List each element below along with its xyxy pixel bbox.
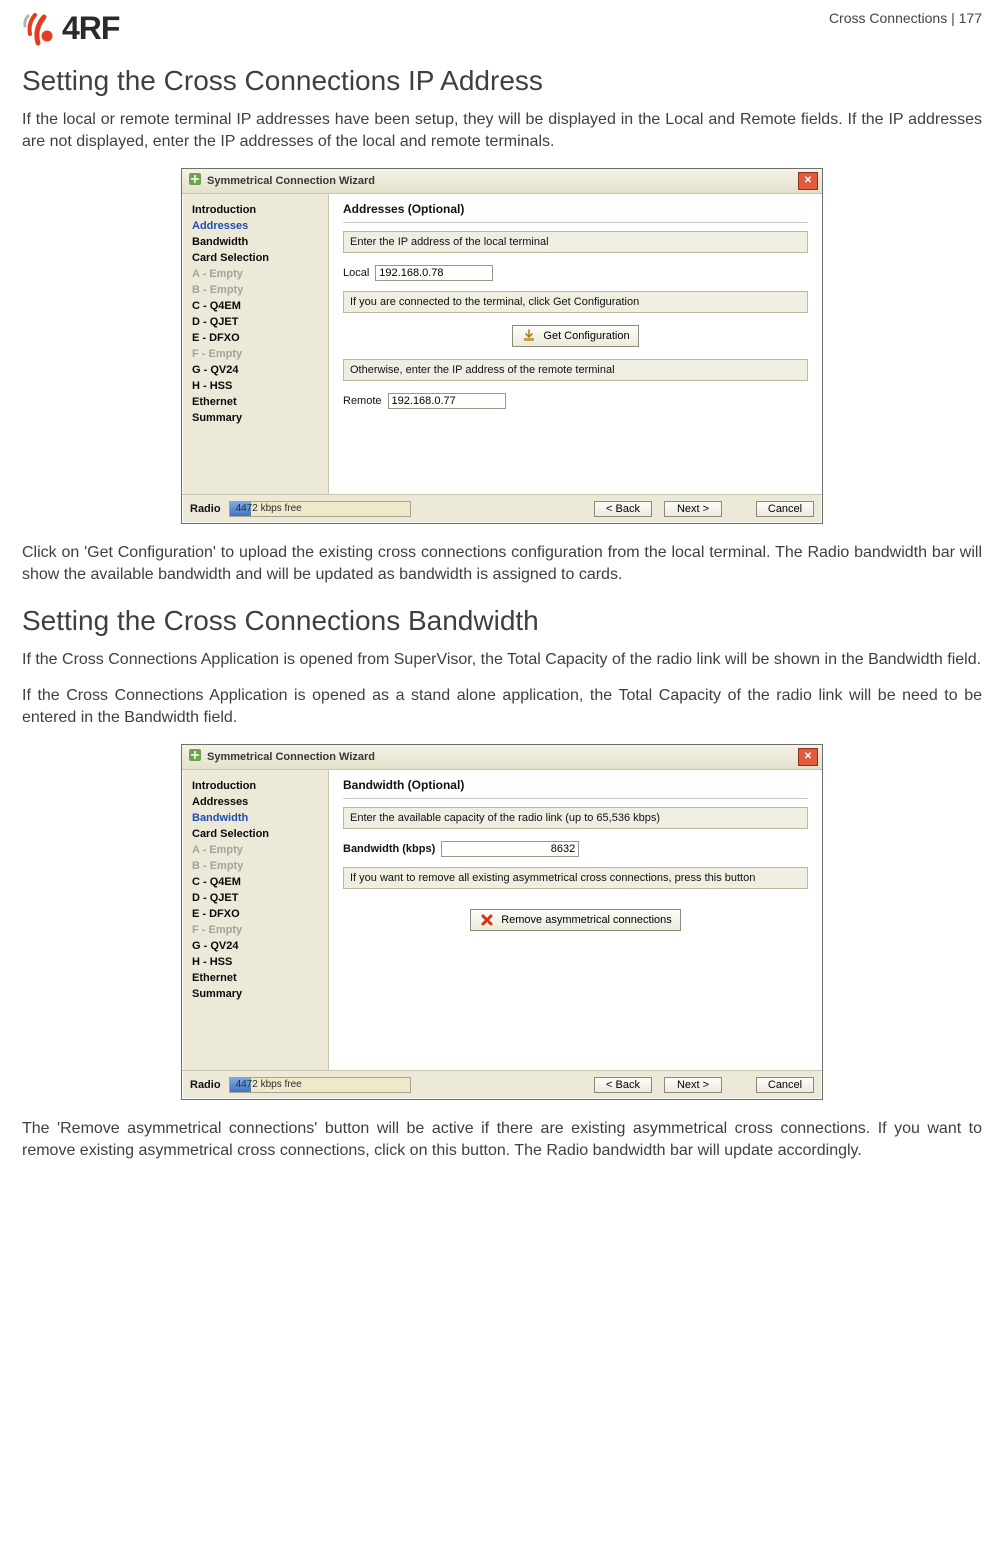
step-ethernet[interactable]: Ethernet [192,972,322,984]
page-header: 4RF Cross Connections | 177 [22,10,982,47]
cancel-button[interactable]: Cancel [756,501,814,517]
paragraph: If the local or remote terminal IP addre… [22,109,982,154]
instruction-text: Enter the IP address of the local termin… [343,231,808,253]
step-d[interactable]: D - QJET [192,316,322,328]
wizard-sidebar: Introduction Addresses Bandwidth Card Se… [182,194,328,494]
wizard-main: Addresses (Optional) Enter the IP addres… [328,194,822,494]
wizard-title: Symmetrical Connection Wizard [207,751,375,763]
step-card-selection[interactable]: Card Selection [192,828,322,840]
wizard-titlebar: Symmetrical Connection Wizard ✕ [182,169,822,194]
remove-asymmetrical-button[interactable]: Remove asymmetrical connections [470,909,681,931]
section-title-bw: Setting the Cross Connections Bandwidth [22,605,982,637]
step-introduction[interactable]: Introduction [192,780,322,792]
wizard-main: Bandwidth (Optional) Enter the available… [328,770,822,1070]
back-button[interactable]: < Back [594,1077,652,1093]
step-addresses[interactable]: Addresses [192,220,322,232]
paragraph: If the Cross Connections Application is … [22,685,982,730]
step-bandwidth[interactable]: Bandwidth [192,812,322,824]
step-f: F - Empty [192,348,322,360]
local-label: Local [343,267,369,279]
wizard-sidebar: Introduction Addresses Bandwidth Card Se… [182,770,328,1070]
step-b: B - Empty [192,284,322,296]
step-a: A - Empty [192,268,322,280]
get-configuration-button[interactable]: Get Configuration [512,325,638,347]
next-button[interactable]: Next > [664,1077,722,1093]
download-icon [521,328,537,344]
next-button[interactable]: Next > [664,501,722,517]
instruction-text: Enter the available capacity of the radi… [343,807,808,829]
step-e[interactable]: E - DFXO [192,908,322,920]
step-a: A - Empty [192,844,322,856]
step-addresses[interactable]: Addresses [192,796,322,808]
bandwidth-label: Bandwidth (kbps) [343,843,435,855]
wizard-titlebar: Symmetrical Connection Wizard ✕ [182,745,822,770]
instruction-text: Otherwise, enter the IP address of the r… [343,359,808,381]
step-card-selection[interactable]: Card Selection [192,252,322,264]
local-ip-input[interactable] [375,265,493,281]
step-ethernet[interactable]: Ethernet [192,396,322,408]
wizard-addresses: Symmetrical Connection Wizard ✕ Introduc… [181,168,823,524]
remote-label: Remote [343,395,382,407]
step-d[interactable]: D - QJET [192,892,322,904]
section-title-ip: Setting the Cross Connections IP Address [22,65,982,97]
step-g[interactable]: G - QV24 [192,940,322,952]
remove-asymmetrical-label: Remove asymmetrical connections [501,914,672,926]
step-b: B - Empty [192,860,322,872]
step-h[interactable]: H - HSS [192,380,322,392]
back-button[interactable]: < Back [594,501,652,517]
close-icon[interactable]: ✕ [798,748,818,766]
close-icon[interactable]: ✕ [798,172,818,190]
paragraph: The 'Remove asymmetrical connections' bu… [22,1118,982,1163]
bandwidth-bar: 4472 kbps free [229,501,411,517]
step-bandwidth[interactable]: Bandwidth [192,236,322,248]
bandwidth-free-text: 4472 kbps free [236,502,302,516]
panel-heading: Addresses (Optional) [343,202,808,223]
brand-logo: 4RF [22,10,119,47]
bandwidth-bar: 4472 kbps free [229,1077,411,1093]
step-c[interactable]: C - Q4EM [192,300,322,312]
app-icon [188,172,202,189]
wizard-bandwidth: Symmetrical Connection Wizard ✕ Introduc… [181,744,823,1100]
step-e[interactable]: E - DFXO [192,332,322,344]
step-introduction[interactable]: Introduction [192,204,322,216]
step-g[interactable]: G - QV24 [192,364,322,376]
bandwidth-free-text: 4472 kbps free [236,1078,302,1092]
bandwidth-input[interactable] [441,841,579,857]
step-h[interactable]: H - HSS [192,956,322,968]
running-title: Cross Connections | 177 [829,10,982,26]
instruction-text: If you want to remove all existing asymm… [343,867,808,889]
app-icon [188,748,202,765]
brand-logo-text: 4RF [62,10,119,47]
wizard-title: Symmetrical Connection Wizard [207,175,375,187]
radio-label: Radio [190,1079,221,1091]
radio-label: Radio [190,503,221,515]
brand-logo-mark-icon [22,12,56,46]
step-summary[interactable]: Summary [192,988,322,1000]
step-c[interactable]: C - Q4EM [192,876,322,888]
remote-ip-input[interactable] [388,393,506,409]
paragraph: Click on 'Get Configuration' to upload t… [22,542,982,587]
wizard-footer: Radio 4472 kbps free < Back Next > Cance… [182,1070,822,1099]
get-configuration-label: Get Configuration [543,330,629,342]
cancel-button[interactable]: Cancel [756,1077,814,1093]
paragraph: If the Cross Connections Application is … [22,649,982,671]
wizard-footer: Radio 4472 kbps free < Back Next > Cance… [182,494,822,523]
instruction-text: If you are connected to the terminal, cl… [343,291,808,313]
step-f: F - Empty [192,924,322,936]
step-summary[interactable]: Summary [192,412,322,424]
delete-x-icon [479,912,495,928]
panel-heading: Bandwidth (Optional) [343,778,808,799]
